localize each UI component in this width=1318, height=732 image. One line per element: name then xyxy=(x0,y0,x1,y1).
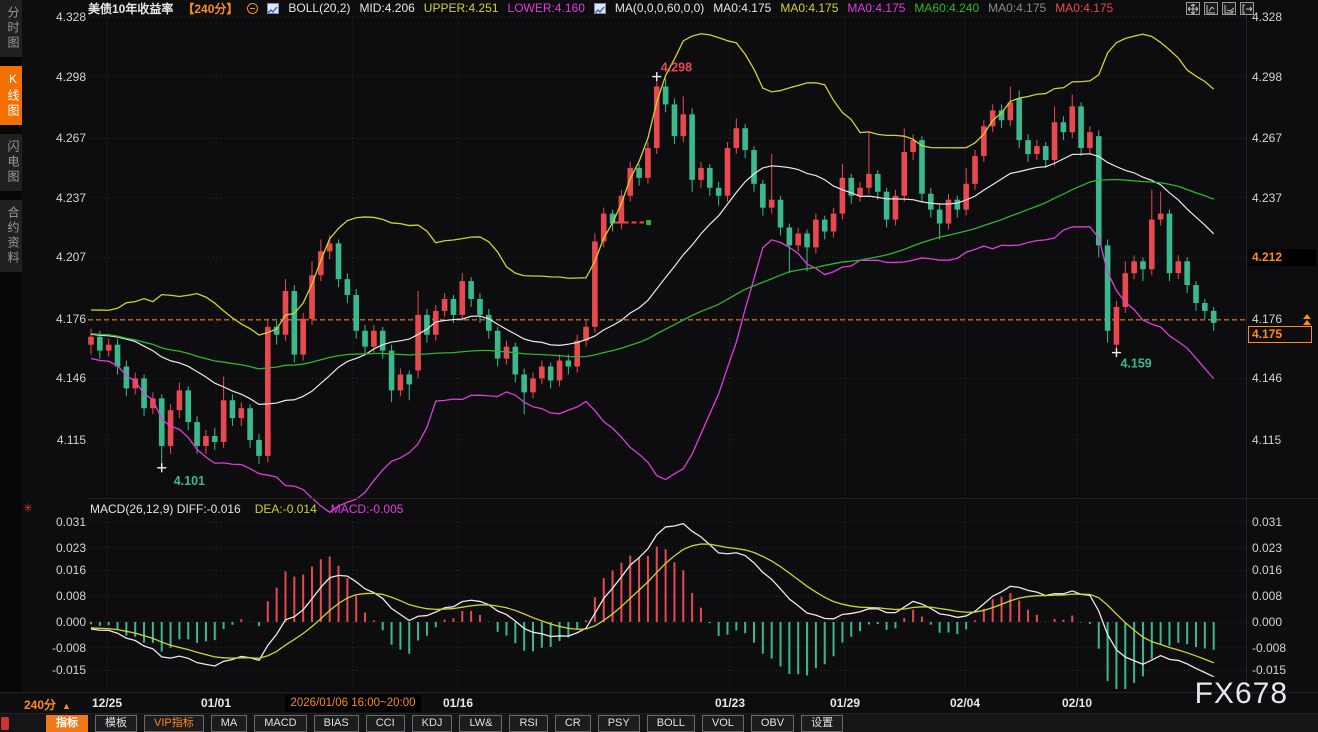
toolbar-button-指标[interactable]: 指标 xyxy=(46,715,88,732)
axis-tick-label: 4.267 xyxy=(1252,131,1282,145)
x-tick-label: 01/01 xyxy=(188,696,244,710)
axis-tick-label: 4.146 xyxy=(32,371,86,385)
svg-text:4.298: 4.298 xyxy=(661,61,692,75)
toolbar-button-MA[interactable]: MA xyxy=(211,715,248,732)
indicator-toolbar: 指标模板 VIP指标 MA MACD BIAS CCI KDJ LW&RSI CR PSY BOLL… xyxy=(0,713,1318,732)
axis-tick-label: 0.031 xyxy=(1252,515,1282,529)
axis-tick-label: 4.146 xyxy=(1252,371,1282,385)
ma3-value: MA0:4.175 xyxy=(847,1,905,15)
svg-text:4.101: 4.101 xyxy=(174,474,205,488)
axis-tick-label: 0.023 xyxy=(32,541,86,555)
axis-tick-label: 4.115 xyxy=(1252,433,1281,447)
axis-tick-label: 4.207 xyxy=(32,250,86,264)
axis-tick-label: 4.176 xyxy=(32,312,86,326)
toolbar-button-设置[interactable]: 设置 xyxy=(801,715,843,732)
zoom-in-icon[interactable] xyxy=(1222,2,1236,15)
axis-tick-label: 4.237 xyxy=(1252,191,1282,205)
ma1-value: MA0:4.175 xyxy=(713,1,771,15)
toolbar-button-VIP指标[interactable]: VIP指标 xyxy=(144,715,204,732)
pin-icon[interactable] xyxy=(1,717,9,730)
axis-tick-label: 0.031 xyxy=(32,515,86,529)
axis-tick-label: 4.298 xyxy=(1252,70,1282,84)
axis-tick-label: -0.015 xyxy=(32,663,86,677)
chart-toolbar-buttons xyxy=(1186,2,1254,15)
axis-tick-label: 0.008 xyxy=(1252,589,1282,603)
candlestick-chart[interactable]: 4.101 4.298 4.159 xyxy=(0,0,1318,732)
price-up-arrows-icon xyxy=(1303,314,1311,326)
toolbar-button-VOL[interactable]: VOL xyxy=(702,715,744,732)
toolbar-button-PSY[interactable]: PSY xyxy=(598,715,640,732)
toolbar-button-RSI[interactable]: RSI xyxy=(509,715,547,732)
toolbar-button-KDJ[interactable]: KDJ xyxy=(412,715,453,732)
axis-tick-label: 4.328 xyxy=(1252,10,1282,24)
x-tick-label: 01/16 xyxy=(430,696,486,710)
period-badge: 【240分】 xyxy=(182,0,238,17)
crosshair-price-label: 4.212 xyxy=(1248,249,1316,266)
axis-tick-label: 4.328 xyxy=(32,10,86,24)
axis-tick-label: 4.176 xyxy=(1252,312,1282,326)
period-arrow-icon: ▲ xyxy=(62,701,71,711)
macd-legend-item-2: MACD:-0.005 xyxy=(331,502,404,516)
pane-divider xyxy=(88,498,1318,499)
x-tick-label: 01/29 xyxy=(817,696,873,710)
boll-label: BOLL(20,2) xyxy=(288,1,350,15)
indicator-legend: 美债10年收益率【240分】 BOLL(20,2) MID:4.206 UPPER:4… xyxy=(88,1,1113,15)
axis-tick-label: -0.008 xyxy=(1252,641,1286,655)
x-tick-label: 02/04 xyxy=(937,696,993,710)
axis-divider xyxy=(1246,0,1247,692)
axis-tick-label: -0.008 xyxy=(32,641,86,655)
toolbar-button-BIAS[interactable]: BIAS xyxy=(314,715,359,732)
zoom-out-icon[interactable] xyxy=(1204,2,1218,15)
exit-fullscreen-icon[interactable] xyxy=(1240,2,1254,15)
last-price-label: 4.175 xyxy=(1248,326,1312,343)
toolbar-button-MACD[interactable]: MACD xyxy=(254,715,306,732)
axis-tick-label: 0.023 xyxy=(1252,541,1282,555)
toolbar-button-BOLL[interactable]: BOLL xyxy=(647,715,695,732)
sidebar-tab-分时图[interactable]: 分时图 xyxy=(0,0,22,57)
svg-text:4.159: 4.159 xyxy=(1120,357,1151,371)
left-sidebar: 分时图 K线图闪电图合约资料 xyxy=(0,0,22,732)
macd-legend-item-0: MACD(26,12,9) DIFF:-0.016 xyxy=(90,502,241,516)
toolbar-button-CCI[interactable]: CCI xyxy=(366,715,405,732)
ma-label: MA(0,0,0,60,0,0) xyxy=(615,1,704,15)
toolbar-button-LW&[interactable]: LW& xyxy=(459,715,502,732)
ma2-value: MA0:4.175 xyxy=(780,1,838,15)
macd-legend: MACD(26,12,9) DIFF:-0.016 DEA:-0.014 MACD:… xyxy=(90,502,403,516)
toolbar-button-模板[interactable]: 模板 xyxy=(95,715,137,732)
axis-tick-label: 0.000 xyxy=(1252,615,1282,629)
axis-tick-label: 4.115 xyxy=(32,433,86,447)
hovered-bar-time-label: 2026/01/06 16:00~20:00 二 xyxy=(285,695,421,712)
time-axis[interactable]: 240分▲ 12/25 01/01 01/16 01/23 01/29 02/04 02/1… xyxy=(0,692,1318,713)
boll-upper-value: UPPER:4.251 xyxy=(424,1,499,15)
mini-chart-icon[interactable] xyxy=(267,3,279,14)
mini-chart-icon[interactable] xyxy=(594,3,606,14)
toolbar-button-OBV[interactable]: OBV xyxy=(751,715,794,732)
axis-tick-label: 0.016 xyxy=(32,563,86,577)
pan-icon[interactable] xyxy=(1186,2,1200,15)
ma5-value: MA0:4.175 xyxy=(988,1,1046,15)
sidebar-tab-闪电图[interactable]: 闪电图 xyxy=(0,134,22,191)
x-tick-label: 12/25 xyxy=(79,696,135,710)
axis-tick-label: 0.016 xyxy=(1252,563,1282,577)
axis-tick-label: 4.267 xyxy=(32,131,86,145)
chart-title: 美债10年收益率 xyxy=(88,0,173,17)
ma60-value: MA60:4.240 xyxy=(914,1,979,15)
sidebar-tab-合约资料[interactable]: 合约资料 xyxy=(0,200,22,272)
x-tick-label: 01/23 xyxy=(702,696,758,710)
boll-lower-value: LOWER:4.160 xyxy=(508,1,585,15)
toolbar-button-CR[interactable]: CR xyxy=(555,715,591,732)
axis-tick-label: 0.000 xyxy=(32,615,86,629)
boll-mid-value: MID:4.206 xyxy=(359,1,414,15)
macd-legend-item-1: DEA:-0.014 xyxy=(255,502,317,516)
axis-tick-label: 0.008 xyxy=(32,589,86,603)
x-tick-label: 02/10 xyxy=(1049,696,1105,710)
sidebar-tab-K线图[interactable]: K线图 xyxy=(0,66,22,125)
period-selector[interactable]: 240分▲ xyxy=(24,696,71,713)
axis-tick-label: 4.298 xyxy=(32,70,86,84)
axis-tick-label: 4.237 xyxy=(32,191,86,205)
ma6-value: MA0:4.175 xyxy=(1055,1,1113,15)
minus-circle-icon[interactable] xyxy=(247,3,258,14)
axis-tick-label: -0.015 xyxy=(1252,663,1286,677)
marker-star-icon[interactable]: ✳ xyxy=(23,501,33,515)
